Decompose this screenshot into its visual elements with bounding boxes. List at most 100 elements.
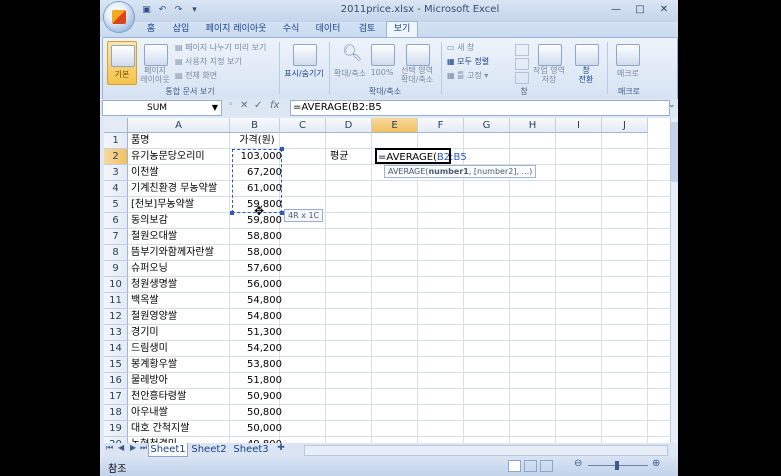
sheet-tab-3[interactable]: Sheet3: [232, 443, 270, 456]
cell-a17[interactable]: 천안흥타령쌀: [131, 389, 231, 405]
save-icon[interactable]: ▣: [140, 4, 153, 17]
sheet-tab-1[interactable]: Sheet1: [148, 443, 188, 457]
zoom-button[interactable]: 🔍︎ 확대/축소: [333, 41, 367, 83]
row-header-6[interactable]: 6: [104, 213, 128, 229]
name-box-dropdown-icon[interactable]: ▼: [212, 101, 218, 115]
page-layout-status-icon[interactable]: [524, 460, 537, 472]
insert-function-icon[interactable]: fx: [270, 100, 279, 111]
column-header-d[interactable]: D: [326, 118, 372, 133]
cell-a8[interactable]: 뜸부기와함께자란쌀: [131, 245, 231, 261]
cell-a14[interactable]: 드림생미: [131, 341, 231, 357]
row-header-14[interactable]: 14: [104, 341, 128, 357]
sheet-nav-first-icon[interactable]: ⏮: [106, 443, 113, 453]
zoom-out-icon[interactable]: ⊖: [574, 458, 582, 469]
save-workspace-button[interactable]: 작업 영역 저장: [529, 41, 569, 84]
full-screen-button[interactable]: ▤ 전체 화면: [175, 70, 217, 81]
new-window-button[interactable]: ▭ 새 창: [447, 42, 474, 53]
expand-icon[interactable]: ◦: [228, 100, 233, 110]
show-hide-button[interactable]: 표시/숨기기: [283, 41, 325, 83]
unhide-icon[interactable]: [515, 72, 529, 84]
scrollbar-thumb[interactable]: [671, 122, 678, 182]
row-header-13[interactable]: 13: [104, 325, 128, 341]
cell-a15[interactable]: 봉계황우쌀: [131, 357, 231, 373]
split-icon[interactable]: [515, 44, 529, 56]
cell-a6[interactable]: 동의보감: [131, 213, 231, 229]
tab-view[interactable]: 보기: [386, 21, 418, 37]
sheet-nav-next-icon[interactable]: ▶: [130, 443, 136, 452]
column-header-f[interactable]: F: [418, 118, 464, 133]
column-header-e[interactable]: E: [372, 118, 418, 133]
column-header-b[interactable]: B: [230, 118, 280, 133]
row-header-5[interactable]: 5: [104, 197, 128, 213]
horizontal-scrollbar[interactable]: [304, 445, 668, 456]
cell-b11[interactable]: 54,800: [232, 293, 282, 309]
range-handle[interactable]: [230, 211, 234, 215]
zoom-100-button[interactable]: 100%: [369, 41, 395, 83]
range-handle[interactable]: [280, 147, 284, 151]
row-header-4[interactable]: 4: [104, 181, 128, 197]
tab-data[interactable]: 데이터: [308, 22, 348, 37]
zoom-slider-thumb[interactable]: [615, 461, 619, 470]
cell-a9[interactable]: 슈퍼오닝: [131, 261, 231, 277]
row-header-15[interactable]: 15: [104, 357, 128, 373]
insert-sheet-icon[interactable]: ✚: [274, 443, 288, 455]
cell-b16[interactable]: 51,800: [232, 373, 282, 389]
column-header-h[interactable]: H: [510, 118, 556, 133]
cell-b12[interactable]: 54,800: [232, 309, 282, 325]
hide-icon[interactable]: [515, 58, 529, 70]
page-layout-view-button[interactable]: 페이지 레이아웃: [139, 41, 171, 84]
qat-dropdown-icon[interactable]: ▾: [188, 4, 201, 17]
undo-icon[interactable]: ↶: [156, 4, 169, 17]
name-box[interactable]: SUM ▼: [102, 100, 222, 116]
switch-windows-button[interactable]: 창 전환: [571, 41, 601, 84]
row-header-12[interactable]: 12: [104, 309, 128, 325]
cell-b9[interactable]: 57,600: [232, 261, 282, 277]
column-header-g[interactable]: G: [464, 118, 510, 133]
cell-a2[interactable]: 유기농문당오리미: [131, 149, 231, 165]
normal-view-status-icon[interactable]: [508, 460, 521, 472]
enter-icon[interactable]: ✓: [254, 100, 262, 111]
cell-b17[interactable]: 50,900: [232, 389, 282, 405]
cell-a10[interactable]: 청원생명쌀: [131, 277, 231, 293]
redo-icon[interactable]: ↷: [172, 4, 185, 17]
row-header-9[interactable]: 9: [104, 261, 128, 277]
cell-a7[interactable]: 철원오대쌀: [131, 229, 231, 245]
page-break-status-icon[interactable]: [540, 460, 553, 472]
close-icon[interactable]: ✕: [652, 2, 676, 18]
page-break-preview-button[interactable]: ▤ 페이지 나누기 미리 보기: [175, 42, 266, 53]
zoom-in-icon[interactable]: ⊕: [652, 458, 660, 469]
row-header-10[interactable]: 10: [104, 277, 128, 293]
cell-a19[interactable]: 대호 간척지쌀: [131, 421, 231, 437]
normal-view-button[interactable]: 기본: [107, 41, 137, 85]
zoom-selection-button[interactable]: 선택 영역 확대/축소: [397, 41, 437, 84]
cell-a12[interactable]: 철원영양쌀: [131, 309, 231, 325]
cell-d2[interactable]: 평균: [330, 149, 348, 165]
row-header-7[interactable]: 7: [104, 229, 128, 245]
row-header-3[interactable]: 3: [104, 165, 128, 181]
sheet-nav-last-icon[interactable]: ⏭: [140, 443, 147, 453]
cell-a11[interactable]: 백옥쌀: [131, 293, 231, 309]
maximize-icon[interactable]: □: [628, 2, 652, 18]
cell-b19[interactable]: 50,000: [232, 421, 282, 437]
cancel-icon[interactable]: ✕: [240, 100, 248, 111]
row-header-8[interactable]: 8: [104, 245, 128, 261]
freeze-panes-button[interactable]: ▦ 틀 고정 ▾: [447, 70, 488, 81]
tab-insert[interactable]: 삽입: [166, 22, 196, 37]
formula-expand-icon[interactable]: ⌄: [668, 100, 676, 110]
custom-views-button[interactable]: ▤ 사용자 지정 보기: [175, 56, 242, 67]
cell-b15[interactable]: 53,800: [232, 357, 282, 373]
cell-b1[interactable]: 가격(원): [232, 133, 282, 149]
row-header-17[interactable]: 17: [104, 389, 128, 405]
cell-a1[interactable]: 품명: [131, 133, 231, 149]
row-header-18[interactable]: 18: [104, 405, 128, 421]
column-header-c[interactable]: C: [280, 118, 326, 133]
cell-b10[interactable]: 56,000: [232, 277, 282, 293]
sheet-tab-2[interactable]: Sheet2: [190, 443, 228, 456]
row-header-19[interactable]: 19: [104, 421, 128, 437]
cell-b2[interactable]: 103,000: [232, 149, 282, 165]
cell-a3[interactable]: 이천쌀: [131, 165, 231, 181]
vertical-scrollbar[interactable]: [670, 118, 678, 443]
formula-input[interactable]: =AVERAGE(B2:B5: [290, 100, 670, 116]
tab-home[interactable]: 홈: [138, 22, 164, 37]
cell-b4[interactable]: 61,000: [232, 181, 282, 197]
